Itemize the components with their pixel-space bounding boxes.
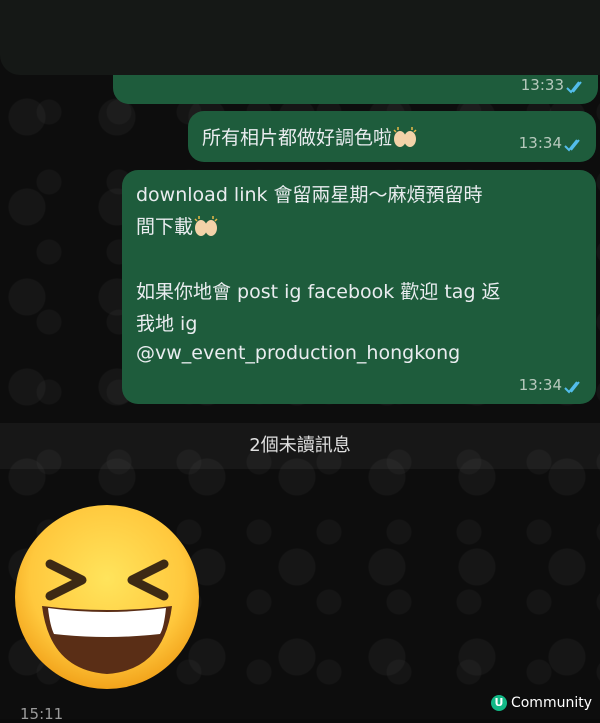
watermark-label: Community	[510, 695, 592, 711]
read-receipt-icon	[564, 381, 580, 394]
message-line: download link 會留兩星期～麻煩預留時	[136, 184, 483, 206]
laughing-face-icon[interactable]	[12, 502, 202, 692]
watermark-logo: U	[490, 695, 507, 711]
message-line: 間下載	[136, 212, 219, 239]
redaction-mark	[0, 0, 600, 75]
community-watermark: U Community	[490, 695, 592, 711]
raised-hands-icon	[194, 216, 218, 236]
message-line: 我地 ig	[136, 313, 198, 335]
read-receipt-icon	[564, 139, 580, 152]
message-time: 13:34	[518, 134, 562, 152]
message-line: @vw_event_production_hongkong	[136, 342, 461, 364]
outgoing-message-bubble[interactable]: 所有相片都做好調色啦 13:34	[188, 111, 596, 162]
raised-hands-icon	[393, 127, 417, 147]
message-line: 如果你地會 post ig facebook 歡迎 tag 返	[136, 281, 501, 303]
read-receipt-icon	[566, 81, 582, 94]
message-time: 13:33	[520, 76, 564, 94]
message-time: 13:34	[518, 376, 562, 394]
outgoing-message-bubble[interactable]: download link 會留兩星期～麻煩預留時 間下載 如果你地會 post…	[122, 170, 596, 404]
message-time: 15:11	[20, 705, 64, 723]
message-text: 所有相片都做好調色啦	[202, 123, 418, 150]
unread-messages-divider: 2個未讀訊息	[0, 423, 600, 469]
